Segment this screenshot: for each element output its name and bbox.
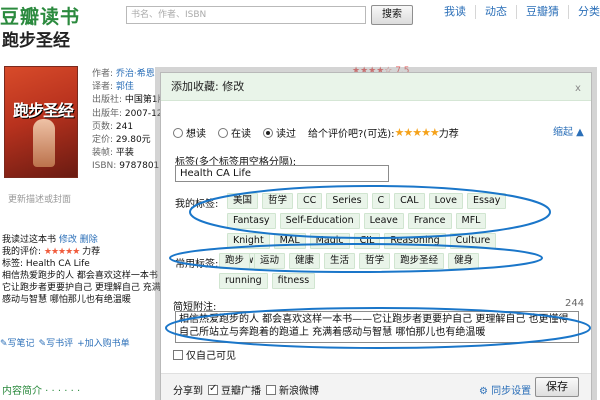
checkbox-icon [173,349,183,360]
search-button[interactable]: 搜索 [371,5,413,25]
common-tag[interactable]: fitness [271,273,316,289]
my-tags-label: 我的标签: [175,199,219,210]
my-tag[interactable]: MAL [273,233,306,249]
my-tag[interactable]: Self-Education [279,213,360,229]
save-button[interactable]: 保存 [535,377,579,397]
my-tag[interactable]: Series [326,193,368,209]
my-tag[interactable]: CAL [394,193,425,209]
common-tags-list: 跑步 运动 健康 生活 哲学 跑步圣经 健身 running fitness [219,253,517,289]
close-icon[interactable]: x [575,83,581,94]
update-cover-link[interactable]: 更新描述或封面 [8,192,71,205]
my-tag[interactable]: Love [428,193,464,209]
book-cover[interactable]: 跑步圣经 [4,66,78,178]
my-rating-stars: ★★★★★ [43,247,80,257]
intro-heading: 内容简介 · · · · · · [2,386,81,397]
my-tag[interactable]: C [371,193,391,209]
radio-reading[interactable]: 在读 [218,125,251,140]
radio-icon [173,127,183,138]
checkbox-icon [266,384,276,395]
share-douban-checkbox[interactable]: 豆瓣广播 [208,382,261,397]
pages: 241 [115,121,134,132]
common-tags-label: 常用标签: [175,259,219,270]
edit-link[interactable]: 修改 [59,235,77,245]
cover-title: 跑步圣经 [13,101,74,120]
isbn: 97878017 [119,161,165,172]
delete-link[interactable]: 删除 [80,235,98,245]
common-tag[interactable]: 健康 [289,253,321,269]
translator-link[interactable]: 郭佳 [116,82,134,92]
douban-book-logo[interactable]: 豆瓣读书 [0,2,80,29]
sync-settings-link[interactable]: ⚙ 同步设置 [479,382,531,397]
my-tag[interactable]: Essay [467,193,507,209]
common-tag[interactable]: 运动 [254,253,286,269]
my-tag[interactable]: CJL [353,233,381,249]
checkbox-icon [208,383,218,395]
add-collection-dialog: 添加收藏: 修改 x 想读 在读 读过 给个评价吧?(可选): ★★★★★ 力荐… [160,72,592,400]
my-comment: 相信热爱跑步的人 都会喜欢这样一本书 — 它让跑步者更要护自己 更理解自己 充满… [2,271,170,305]
share-options: 分享到 豆瓣广播 新浪微博 [173,382,319,398]
page-title: 跑步圣经 [2,31,70,51]
write-note-link[interactable]: ✎写笔记 [0,336,35,349]
share-label: 分享到 [173,386,203,397]
action-links: ✎写笔记 ✎写书评 +加入购书单 [0,336,130,349]
my-tags-line: 标签: Health CA Life [2,259,90,269]
author-link[interactable]: 乔治·希恩 [116,69,155,79]
private-checkbox[interactable]: 仅自己可见 [173,347,236,362]
add-to-cart-link[interactable]: +加入购书单 [77,336,130,349]
dialog-title: 添加收藏: 修改 [161,73,591,101]
my-tag[interactable]: Fantasy [227,213,276,229]
search-input[interactable]: 书名、作者、ISBN [126,6,366,24]
rating-star-input[interactable]: ★★★★★ [394,126,439,139]
common-tag[interactable]: 跑步 [219,253,251,269]
my-tag[interactable]: 美国 [227,193,259,209]
rating-word: 力荐 [438,129,459,140]
nav-my-reading[interactable]: 我读 [436,5,475,19]
rating-prompt: 给个评价吧?(可选): [308,129,395,140]
share-weibo-checkbox[interactable]: 新浪微博 [266,382,319,397]
tag-input[interactable]: Health CA Life [175,165,389,182]
common-tag[interactable]: 生活 [324,253,356,269]
my-tag[interactable]: CC [297,193,323,209]
my-tag[interactable]: Leave [363,213,404,229]
my-tag[interactable]: Culture [449,233,497,249]
status-radio-group: 想读 在读 读过 给个评价吧?(可选): ★★★★★ 力荐 [173,125,459,140]
top-nav: 我读 动态 豆瓣猜 分类浏 [436,5,600,19]
collapse-link[interactable]: 缩起 ▲ [553,123,584,138]
my-tag[interactable]: France [407,213,452,229]
common-tag[interactable]: 哲学 [359,253,391,269]
nav-category-browse[interactable]: 分类浏 [568,5,600,19]
binding: 平装 [115,148,134,159]
price: 29.80元 [115,135,151,146]
my-tag[interactable]: MFL [455,213,487,229]
my-tag[interactable]: Knight [227,233,270,249]
radio-read[interactable]: 读过 [263,125,296,140]
runner-figure [33,119,55,167]
radio-icon [218,127,228,138]
common-tag[interactable]: 跑步圣经 [394,253,445,269]
nav-activity[interactable]: 动态 [475,5,516,19]
pubdate: 2007-12 [124,108,163,119]
note-textarea[interactable]: 相信热爱跑步的人 都会喜欢这样一本书——它让跑步者更要护自己 更理解自己 也更懂… [175,311,579,343]
common-tag[interactable]: 健身 [448,253,480,269]
radio-icon [263,127,273,138]
write-review-link[interactable]: ✎写书评 [39,336,74,349]
nav-douban-guess[interactable]: 豆瓣猜 [516,5,568,19]
my-status: 我读过这本书 修改 删除 我的评价: ★★★★★ 力荐 标签: Health C… [2,234,162,270]
note-char-count: 244 [565,298,585,309]
my-tag[interactable]: 哲学 [262,193,294,209]
radio-want-read[interactable]: 想读 [173,125,206,140]
my-tag[interactable]: Magic [309,233,350,249]
common-tag[interactable]: running [219,273,268,289]
my-tag[interactable]: Reasoning [384,233,446,249]
